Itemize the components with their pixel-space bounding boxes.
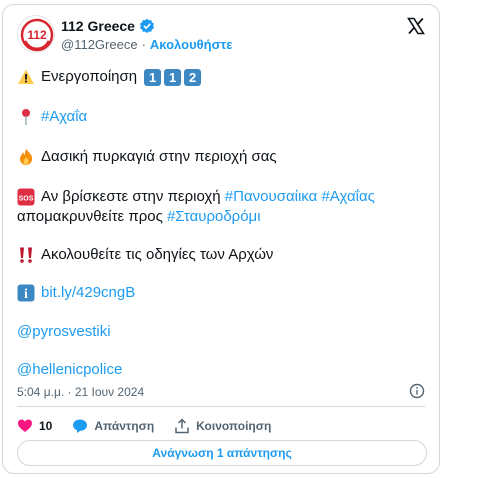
tweet-timestamp[interactable]: 5:04 μ.μ. · 21 Ιουν 2024 (17, 385, 144, 399)
like-button[interactable]: 10 (17, 418, 52, 434)
tweet-header: 112 112 Greece @112Greece · Ακολουθήστε (17, 15, 427, 55)
reply-bubble-icon (73, 419, 88, 433)
heart-icon (18, 419, 32, 432)
info-icon-text: i (24, 287, 28, 302)
hashtag-panousaiika[interactable]: #Πανουσαίικα (225, 187, 317, 207)
sos-icon: SOS (17, 188, 35, 206)
hashtag-achaias[interactable]: #Αχαΐας (321, 187, 374, 207)
warning-icon (18, 69, 34, 84)
hashtag-stavrodromi[interactable]: #Σταυροδρόμι (167, 207, 261, 227)
like-count: 10 (39, 419, 53, 433)
keycap-1-icon: 1 (144, 68, 162, 86)
avatar[interactable]: 112 (17, 15, 55, 53)
double-exclamation-icon (20, 247, 32, 263)
reply-label: Απάντηση (94, 419, 155, 433)
keycap-2-icon: 2 (184, 68, 202, 86)
share-label: Κοινοποίηση (196, 419, 272, 433)
sos-text: Αν βρίσκεστε στην περιοχή (41, 188, 225, 205)
author-name[interactable]: 112 Greece (61, 18, 135, 34)
verified-badge-icon (139, 18, 154, 33)
tweet-card: 112 112 Greece @112Greece · Ακολουθήστε (2, 4, 440, 474)
info-circle-icon[interactable] (409, 383, 425, 399)
tweet-line-sos: SOS Αν βρίσκεστε στην περιοχή #Πανουσαίι… (17, 187, 375, 207)
action-bar: 10 Απάντηση Κοινοποίηση (17, 416, 291, 436)
divider (17, 406, 425, 407)
reply-button[interactable]: Απάντηση (72, 418, 154, 434)
mention-hellenicpolice[interactable]: @hellenicpolice (17, 360, 122, 380)
pin-icon (22, 109, 30, 125)
tweet-line-mention-2: @hellenicpolice (17, 360, 122, 380)
share-icon (175, 418, 189, 434)
tweet-line-location: #Αχαΐα (17, 107, 87, 127)
activation-text: Ενεργοποίηση (41, 68, 138, 85)
sos-icon-text: SOS (19, 196, 34, 203)
tweet-line-activation: Ενεργοποίηση 1 1 2 (17, 67, 202, 87)
read-replies-button[interactable]: Ανάγνωση 1 απάντησης (17, 440, 427, 466)
avatar-text: 112 (27, 28, 47, 42)
follow-button[interactable]: Ακολουθήστε (150, 37, 233, 52)
short-link[interactable]: bit.ly/429cngB (41, 283, 135, 303)
author-handle[interactable]: @112Greece (61, 37, 138, 52)
share-button[interactable]: Κοινοποίηση (174, 418, 271, 434)
hashtag-achaia[interactable]: #Αχαΐα (41, 107, 87, 127)
instructions-text: Ακολουθείτε τις οδηγίες των Αρχών (41, 246, 274, 263)
info-icon: i (17, 284, 35, 302)
fire-warning-text: Δασική πυρκαγιά στην περιοχή σας (41, 148, 277, 165)
tweet-line-fire: Δασική πυρκαγιά στην περιοχή σας (17, 147, 277, 167)
tweet-line-mention-1: @pyrosvestiki (17, 322, 111, 342)
logo-112-icon: 112 (20, 18, 54, 52)
tweet-line-link: i bit.ly/429cngB (17, 283, 135, 303)
tweet-line-instructions: Ακολουθείτε τις οδηγίες των Αρχών (17, 245, 273, 265)
x-logo-icon[interactable] (407, 17, 425, 35)
tweet-line-evacuate: απομακρυνθείτε προς #Σταυροδρόμι (17, 207, 261, 227)
evacuate-text: απομακρυνθείτε προς (17, 208, 167, 225)
separator-dot: · (141, 37, 146, 52)
keycap-1-icon: 1 (164, 68, 182, 86)
fire-icon (20, 149, 33, 165)
mention-pyrosvestiki[interactable]: @pyrosvestiki (17, 322, 111, 342)
